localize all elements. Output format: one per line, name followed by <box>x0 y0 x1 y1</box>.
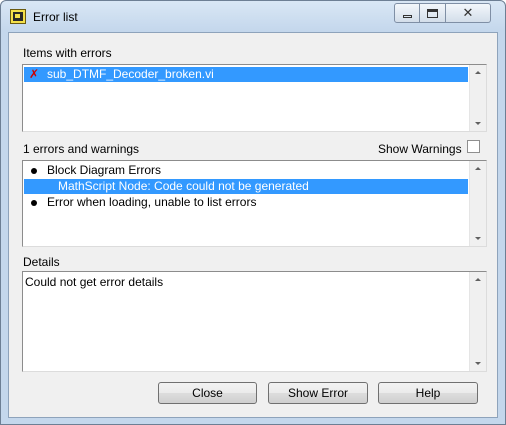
minimize-icon <box>402 14 412 18</box>
show-warnings-label[interactable]: Show Warnings <box>378 142 462 156</box>
maximize-icon <box>427 8 438 18</box>
error-list-window: Error list ✕ Items with errors ✗ sub_DTM… <box>0 0 506 425</box>
bullet-icon <box>31 168 37 174</box>
list-item-vi[interactable]: ✗ sub_DTMF_Decoder_broken.vi <box>24 67 468 82</box>
show-error-button[interactable]: Show Error <box>268 382 368 404</box>
scroll-down-icon[interactable] <box>475 122 481 125</box>
error-message-text: MathScript Node: Code could not be gener… <box>58 179 309 193</box>
list-item-loading-error[interactable]: Error when loading, unable to list error… <box>24 195 468 210</box>
errors-scrollbar[interactable] <box>469 161 486 246</box>
scroll-up-icon[interactable] <box>475 278 481 281</box>
errors-warnings-list[interactable]: Block Diagram Errors MathScript Node: Co… <box>22 160 487 247</box>
error-category-text: Error when loading, unable to list error… <box>47 195 257 209</box>
vi-name: sub_DTMF_Decoder_broken.vi <box>47 67 214 81</box>
window-close-button[interactable]: ✕ <box>446 3 491 23</box>
items-with-errors-list[interactable]: ✗ sub_DTMF_Decoder_broken.vi <box>22 64 487 132</box>
dialog-body: Items with errors ✗ sub_DTMF_Decoder_bro… <box>8 32 498 418</box>
details-text: Could not get error details <box>25 275 164 289</box>
title-bar[interactable]: Error list ✕ <box>1 1 505 31</box>
bullet-icon <box>31 200 37 206</box>
error-category-text: Block Diagram Errors <box>47 163 162 177</box>
details-label: Details <box>23 255 60 269</box>
error-x-icon: ✗ <box>29 67 40 81</box>
maximize-button[interactable] <box>420 3 446 23</box>
show-warnings-checkbox[interactable] <box>467 140 480 153</box>
items-with-errors-label: Items with errors <box>23 46 112 60</box>
window-title: Error list <box>33 10 78 24</box>
items-scrollbar[interactable] <box>469 65 486 131</box>
close-button[interactable]: Close <box>158 382 257 404</box>
scroll-up-icon[interactable] <box>475 167 481 170</box>
help-button[interactable]: Help <box>378 382 478 404</box>
details-text-area[interactable]: Could not get error details <box>22 271 487 372</box>
labview-vi-icon <box>10 9 26 24</box>
scroll-up-icon[interactable] <box>475 71 481 74</box>
list-item-block-diagram-errors[interactable]: Block Diagram Errors <box>24 163 468 178</box>
scroll-down-icon[interactable] <box>475 362 481 365</box>
minimize-button[interactable] <box>394 3 420 23</box>
details-scrollbar[interactable] <box>469 272 486 371</box>
errors-count-label: 1 errors and warnings <box>23 142 140 156</box>
close-icon: ✕ <box>462 5 474 20</box>
scroll-down-icon[interactable] <box>475 237 481 240</box>
list-item-mathscript-error[interactable]: MathScript Node: Code could not be gener… <box>24 179 468 194</box>
